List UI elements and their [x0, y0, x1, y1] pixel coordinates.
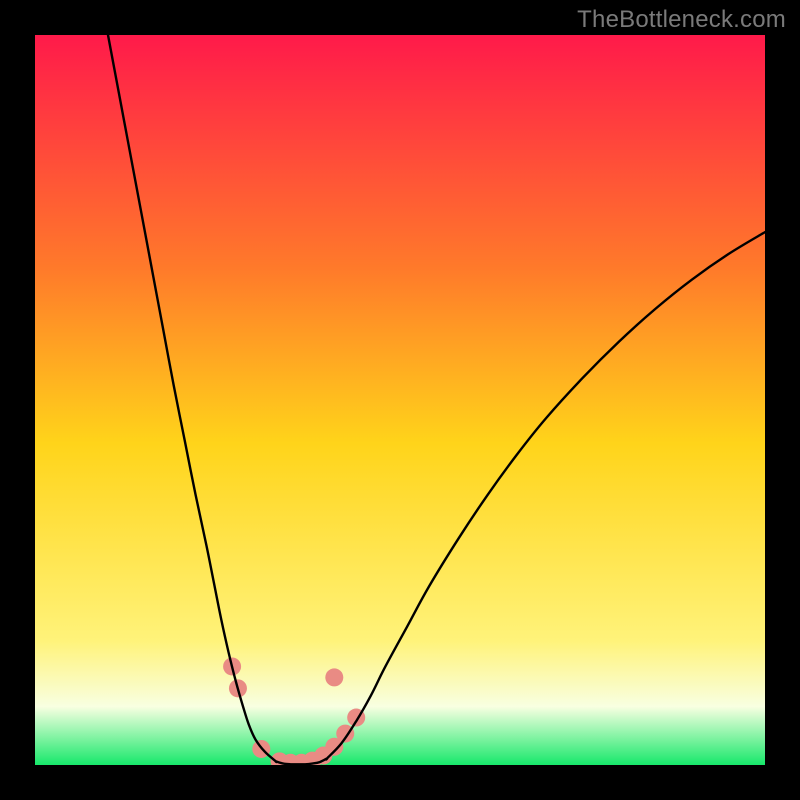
chart-svg	[35, 35, 765, 765]
chart-frame: TheBottleneck.com	[0, 0, 800, 800]
plot-area	[35, 35, 765, 765]
data-marker	[325, 668, 343, 686]
gradient-background	[35, 35, 765, 765]
watermark-text: TheBottleneck.com	[577, 6, 786, 34]
